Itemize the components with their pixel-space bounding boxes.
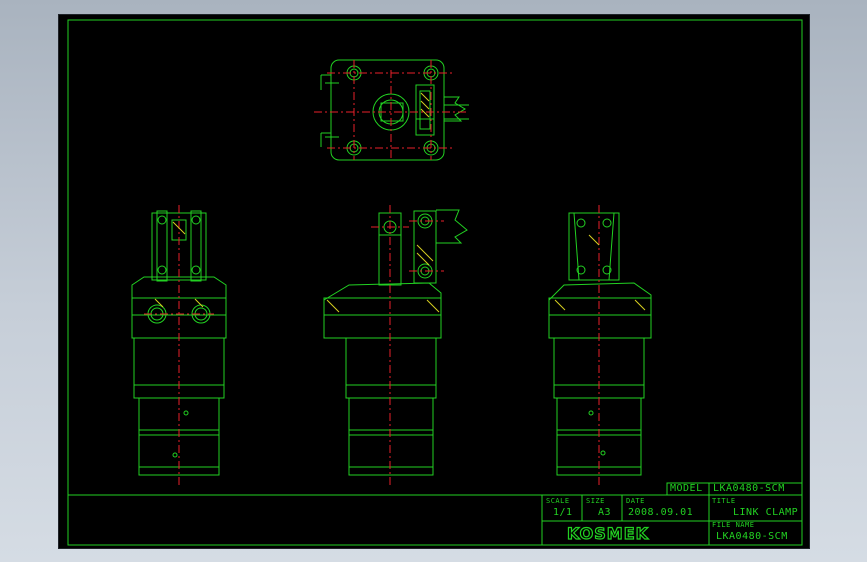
model-label: MODEL xyxy=(670,483,703,494)
filename-label: FILE NAME xyxy=(712,521,755,529)
size-value: A3 xyxy=(598,507,612,518)
scale-value: 1/1 xyxy=(553,507,573,518)
model-value: LKA0480-SCM xyxy=(713,483,785,494)
side-view-flange-right xyxy=(548,282,652,302)
side-view-cylinder xyxy=(348,397,434,476)
kosmek-logo: KOSMEK xyxy=(566,523,650,543)
size-label: SIZE xyxy=(586,497,605,505)
side-view-link xyxy=(413,210,437,284)
title-value: LINK CLAMP xyxy=(733,507,799,518)
side-view-flange xyxy=(323,282,442,301)
drawing-sheet: MODEL LKA0480-SCM SCALE 1/1 SIZE A3 DATE… xyxy=(58,14,810,549)
date-value: 2008.09.01 xyxy=(628,507,694,518)
title-label: TITLE xyxy=(712,497,736,505)
side-view-released xyxy=(548,212,652,476)
cad-drawing-canvas xyxy=(67,19,803,546)
top-view xyxy=(320,59,469,161)
side-view-body xyxy=(345,337,437,399)
date-label: DATE xyxy=(626,497,645,505)
side-view-clamped xyxy=(323,209,468,476)
scale-label: SCALE xyxy=(546,497,570,505)
filename-value: LKA0480-SCM xyxy=(716,531,788,542)
